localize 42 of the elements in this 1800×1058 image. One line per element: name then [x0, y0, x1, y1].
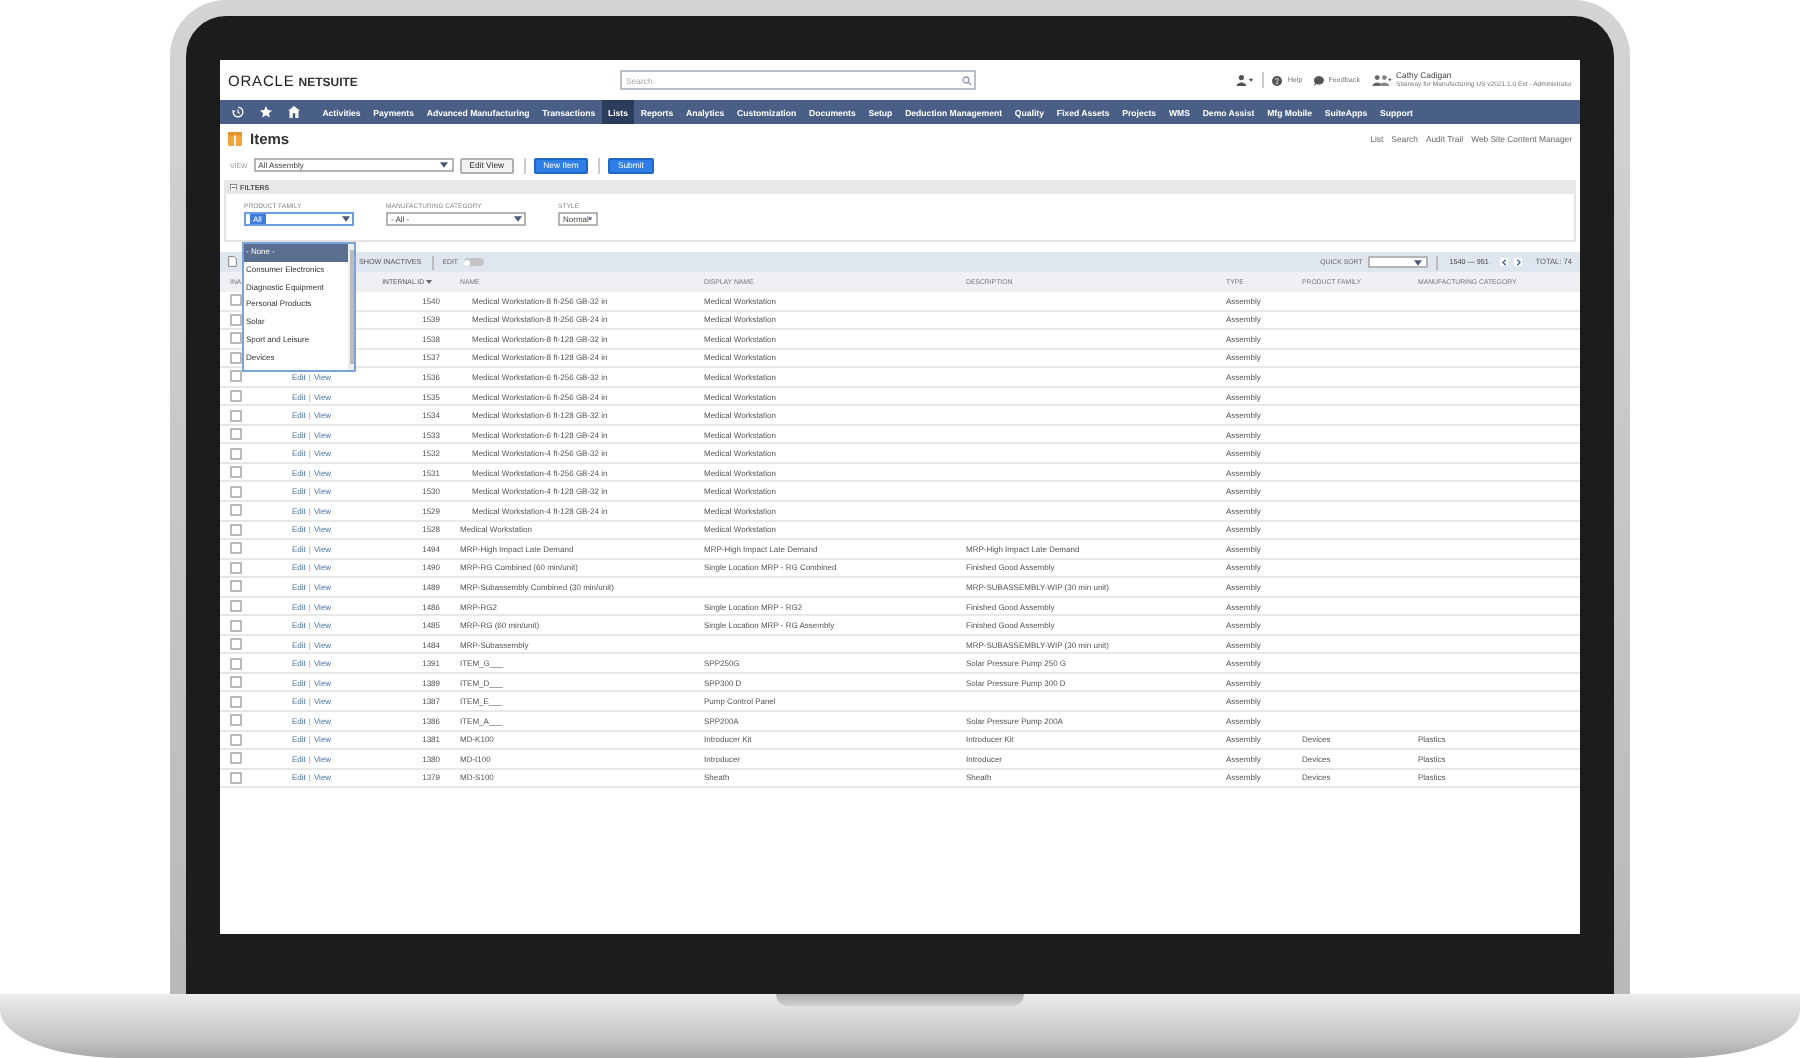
collapse-icon[interactable]	[230, 183, 237, 191]
checkbox[interactable]	[230, 390, 242, 402]
home-icon[interactable]	[288, 106, 300, 118]
checkbox[interactable]	[230, 695, 242, 708]
checkbox[interactable]	[230, 428, 242, 441]
person-icon[interactable]	[1235, 74, 1254, 86]
edit-toggle[interactable]	[463, 258, 484, 266]
checkbox[interactable]	[230, 504, 242, 517]
document-icon[interactable]	[228, 256, 237, 268]
checkbox[interactable]	[230, 466, 242, 479]
checkbox[interactable]	[230, 409, 242, 422]
checkbox[interactable]	[230, 600, 242, 613]
checkbox[interactable]	[230, 676, 242, 689]
users-icon[interactable]	[1371, 74, 1392, 86]
checkbox[interactable]	[230, 294, 242, 307]
checkbox[interactable]	[230, 752, 242, 765]
checkbox[interactable]	[230, 733, 242, 746]
star-icon[interactable]	[260, 106, 272, 118]
checkbox[interactable]	[230, 332, 242, 345]
quick-sort-select[interactable]	[1367, 256, 1428, 268]
help-icon[interactable]	[1272, 75, 1283, 85]
checkbox[interactable]	[230, 351, 242, 364]
scrollbar[interactable]	[348, 244, 354, 370]
checkbox[interactable]	[230, 657, 242, 670]
checkbox[interactable]	[230, 485, 242, 498]
checkbox[interactable]	[230, 580, 242, 593]
feedback-icon[interactable]	[1313, 75, 1324, 85]
checkbox[interactable]	[230, 714, 242, 727]
checkbox[interactable]	[230, 771, 242, 784]
checkbox[interactable]	[230, 313, 242, 326]
checkbox[interactable]	[230, 638, 242, 651]
checkbox[interactable]	[230, 542, 242, 555]
checkbox[interactable]	[230, 561, 242, 574]
search-icon[interactable]	[962, 75, 972, 85]
history-icon[interactable]	[232, 106, 244, 118]
checkbox[interactable]	[230, 370, 242, 383]
checkbox[interactable]	[230, 619, 242, 632]
items-icon	[228, 132, 242, 146]
next-page-icon[interactable]	[1513, 257, 1523, 267]
checkbox[interactable]	[230, 447, 242, 460]
checkbox[interactable]	[230, 523, 242, 536]
previous-page-icon[interactable]	[1499, 257, 1509, 267]
